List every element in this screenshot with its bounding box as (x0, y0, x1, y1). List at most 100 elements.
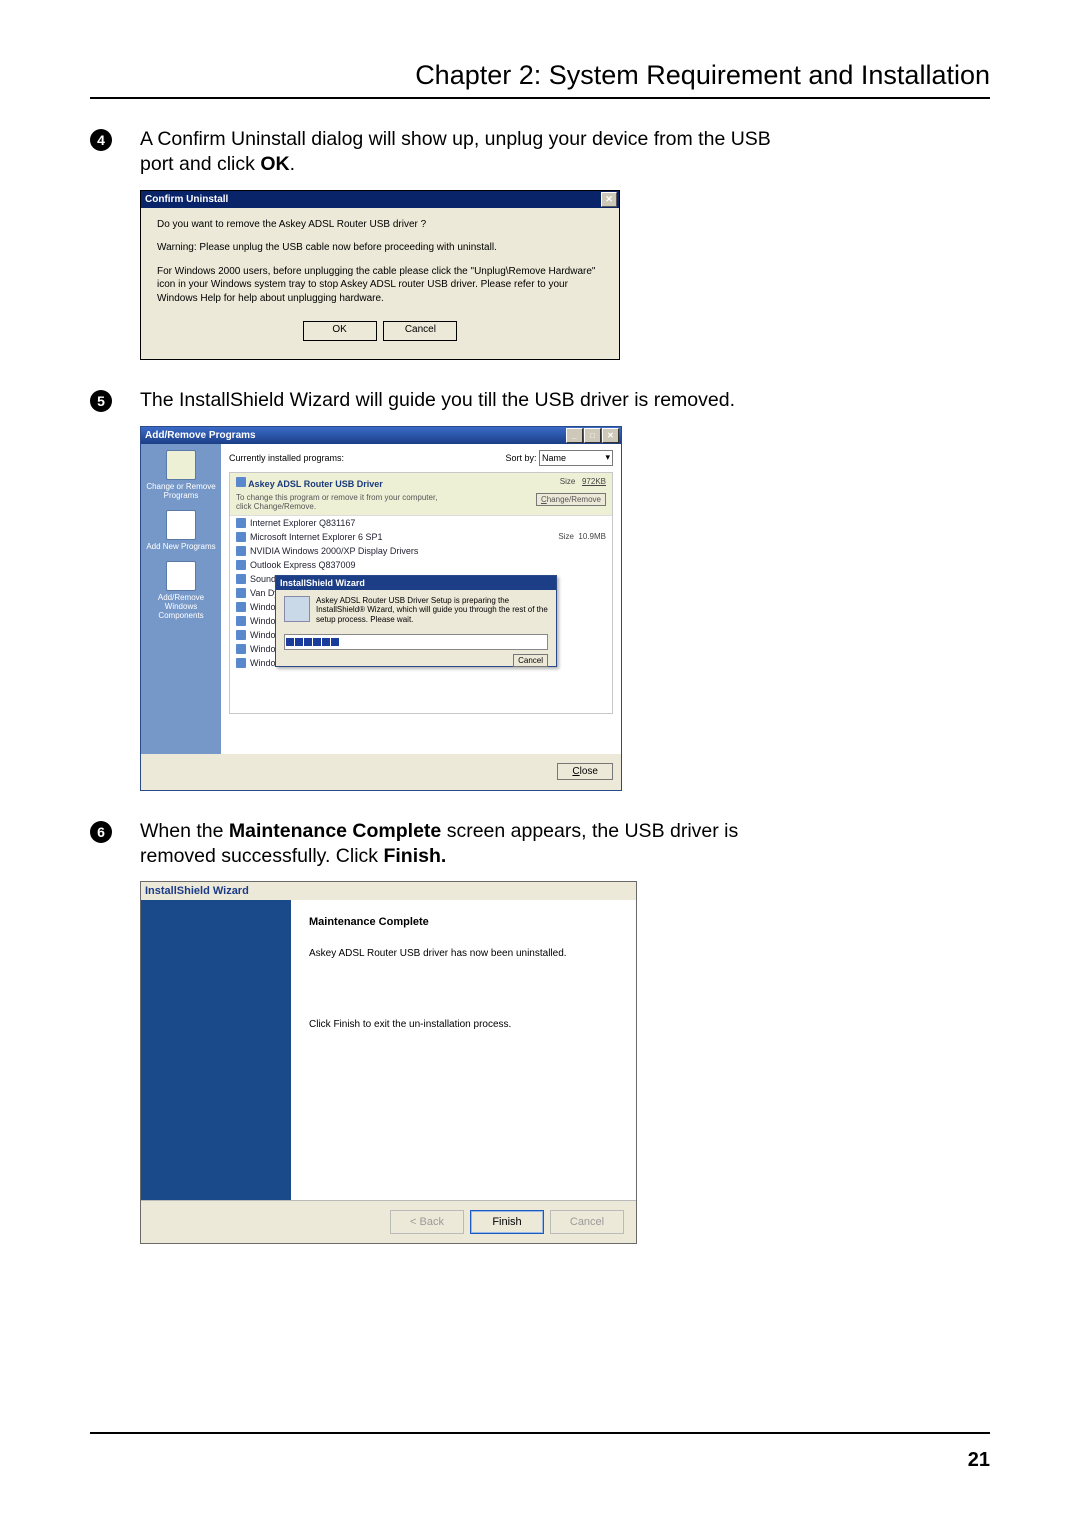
sortby-label: Sort by: (505, 453, 536, 463)
wizard-titlebar: InstallShield Wizard (141, 882, 636, 900)
sidebar-item-change-remove[interactable]: Change or Remove Programs (145, 450, 217, 500)
app-icon (236, 658, 246, 668)
app-icon (236, 588, 246, 598)
wizard-msg2: Click Finish to exit the un-installation… (309, 1019, 618, 1030)
figure-installshield-wizard: InstallShield Wizard Maintenance Complet… (140, 881, 990, 1244)
step-number-5: 5 (90, 390, 112, 412)
app-icon (236, 532, 246, 542)
app-icon (236, 518, 246, 528)
box-icon (166, 450, 196, 480)
t: Name (542, 453, 566, 463)
t: Maintenance Complete (229, 820, 441, 842)
t: 10.9MB (578, 532, 606, 541)
app-icon (236, 644, 246, 654)
window-title: Add/Remove Programs (145, 430, 256, 441)
popup-cancel-button[interactable]: Cancel (513, 654, 548, 667)
computer-icon (284, 596, 310, 622)
app-icon (236, 546, 246, 556)
t: Size (560, 477, 576, 486)
t: Microsoft Internet Explorer 6 SP1 (250, 532, 383, 542)
step-6: 6 When the Maintenance Complete screen a… (90, 819, 990, 870)
t: Change or Remove Programs (146, 482, 215, 500)
wizard-footer: < Back Finish Cancel (141, 1200, 636, 1243)
step-number-4: 4 (90, 129, 112, 151)
figure-confirm-uninstall: Confirm Uninstall ✕ Do you want to remov… (140, 190, 990, 361)
step-5: 5 The InstallShield Wizard will guide yo… (90, 388, 990, 413)
close-button[interactable]: Close (557, 763, 613, 780)
add-remove-programs-window: Add/Remove Programs _ □ ✕ Change or Remo… (140, 426, 622, 791)
page-number: 21 (968, 1449, 990, 1472)
app-icon (236, 560, 246, 570)
change-remove-hint: To change this program or remove it from… (236, 493, 446, 511)
minimize-icon[interactable]: _ (566, 428, 583, 443)
t: 972KB (582, 477, 606, 486)
dialog-body: Do you want to remove the Askey ADSL Rou… (141, 208, 619, 360)
t: Outlook Express Q837009 (250, 560, 356, 570)
step-number-6: 6 (90, 821, 112, 843)
t: Finish. (383, 845, 446, 867)
installer-icon (236, 477, 246, 487)
t: When the (140, 820, 229, 842)
sidebar-item-add-new[interactable]: Add New Programs (145, 510, 217, 551)
currently-installed-label: Currently installed programs: (229, 453, 344, 463)
t: Askey ADSL Router USB Driver (248, 479, 383, 489)
t: A Confirm Uninstall dialog will show up,… (140, 128, 771, 175)
confirm-line2: Warning: Please unplug the USB cable now… (157, 241, 603, 255)
installshield-wizard-dialog: InstallShield Wizard Maintenance Complet… (140, 881, 637, 1244)
confirm-line1: Do you want to remove the Askey ADSL Rou… (157, 218, 603, 232)
program-item[interactable]: Microsoft Internet Explorer 6 SP1 Size 10… (230, 530, 612, 544)
wizard-side-graphic (141, 900, 291, 1200)
maintenance-complete-heading: Maintenance Complete (309, 916, 618, 928)
window-titlebar: Add/Remove Programs _ □ ✕ (141, 427, 621, 444)
wizard-main: Maintenance Complete Askey ADSL Router U… (291, 900, 636, 1200)
bottom-rule (90, 1432, 990, 1434)
app-icon (236, 630, 246, 640)
sidebar-item-windows-components[interactable]: Add/Remove Windows Components (145, 561, 217, 620)
t: . (290, 153, 295, 175)
t: Size (558, 532, 574, 541)
app-icon (236, 616, 246, 626)
arp-sidebar: Change or Remove Programs Add New Progra… (141, 444, 221, 754)
program-item[interactable]: NVIDIA Windows 2000/XP Display Drivers (230, 544, 612, 558)
confirm-line3: For Windows 2000 users, before unpluggin… (157, 265, 603, 306)
windows-icon (166, 561, 196, 591)
t: Add New Programs (146, 542, 215, 551)
t: NVIDIA Windows 2000/XP Display Drivers (250, 546, 418, 556)
dialog-title: Confirm Uninstall (145, 194, 228, 205)
t: Internet Explorer Q831167 (250, 518, 355, 528)
cancel-button[interactable]: Cancel (383, 321, 457, 341)
figure-add-remove: Add/Remove Programs _ □ ✕ Change or Remo… (140, 426, 990, 791)
close-icon[interactable]: ✕ (602, 428, 619, 443)
ok-button[interactable]: OK (303, 321, 377, 341)
step-6-text: When the Maintenance Complete screen app… (140, 819, 780, 870)
change-remove-button[interactable]: CChange/Removehange/Remove (536, 493, 606, 506)
t: OK (260, 153, 289, 175)
disc-icon (166, 510, 196, 540)
program-item-selected[interactable]: Askey ADSL Router USB Driver Size 972KB … (230, 473, 612, 516)
top-rule (90, 97, 990, 99)
app-icon (236, 602, 246, 612)
installshield-popup: InstallShield Wizard Askey ADSL Router U… (275, 575, 557, 667)
popup-titlebar: InstallShield Wizard (276, 576, 556, 590)
step-5-text: The InstallShield Wizard will guide you … (140, 388, 735, 413)
close-icon[interactable]: ✕ (601, 192, 617, 207)
chevron-down-icon: ▾ (605, 452, 610, 463)
popup-message: Askey ADSL Router USB Driver Setup is pr… (316, 596, 548, 625)
arp-footer: Close Close (141, 754, 621, 790)
cancel-button: Cancel (550, 1210, 624, 1234)
chapter-title: Chapter 2: System Requirement and Instal… (90, 60, 990, 91)
step-4: 4 A Confirm Uninstall dialog will show u… (90, 127, 990, 178)
program-item[interactable]: Outlook Express Q837009 (230, 558, 612, 572)
confirm-uninstall-dialog: Confirm Uninstall ✕ Do you want to remov… (140, 190, 620, 361)
back-button: < Back (390, 1210, 464, 1234)
wizard-msg1: Askey ADSL Router USB driver has now bee… (309, 948, 618, 959)
app-icon (236, 574, 246, 584)
dialog-titlebar: Confirm Uninstall ✕ (141, 191, 619, 208)
finish-button[interactable]: Finish (470, 1210, 544, 1234)
t: Add/Remove Windows Components (158, 593, 204, 620)
sortby-select[interactable]: Name ▾ (539, 450, 613, 466)
step-4-text: A Confirm Uninstall dialog will show up,… (140, 127, 780, 178)
window-controls: _ □ ✕ (566, 428, 619, 443)
program-item[interactable]: Internet Explorer Q831167 (230, 516, 612, 530)
maximize-icon[interactable]: □ (584, 428, 601, 443)
